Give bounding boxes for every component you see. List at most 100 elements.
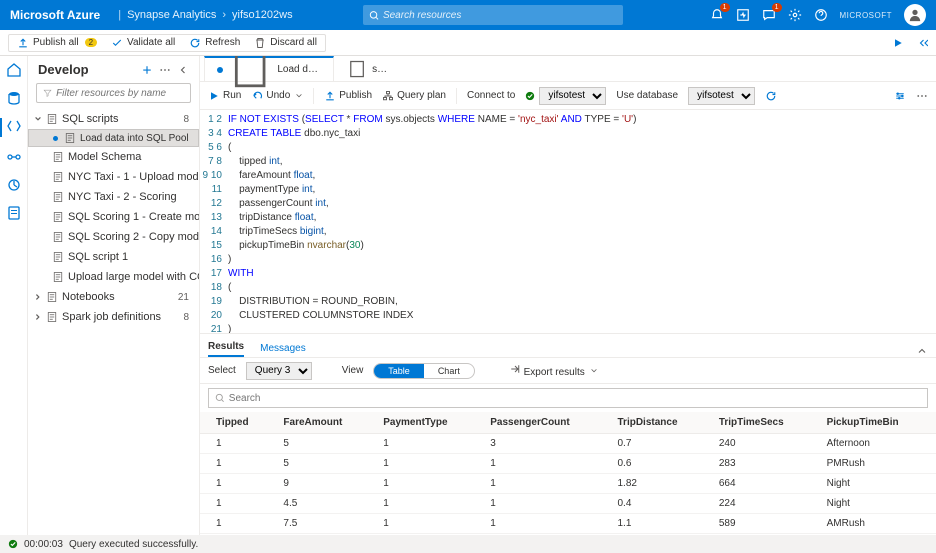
undo-button[interactable]: Undo: [251, 90, 303, 102]
editor-area: Load data into SQL P...sparkjob Run Undo…: [200, 56, 936, 535]
tree-group[interactable]: SQL scripts8: [28, 109, 199, 129]
refresh-db-icon[interactable]: [765, 90, 777, 102]
pool-select[interactable]: yifsotest: [525, 87, 606, 105]
col-header[interactable]: Tipped: [200, 412, 275, 434]
results-search[interactable]: [208, 388, 928, 408]
settings-icon[interactable]: [788, 8, 802, 22]
left-rail: [0, 56, 28, 535]
publish-icon: [324, 90, 336, 102]
run-all-icon[interactable]: [892, 37, 904, 49]
status-bar: 00:00:03 Query executed successfully.: [0, 535, 936, 553]
validate-all-button[interactable]: Validate all: [111, 37, 175, 49]
publish-all-button[interactable]: Publish all2: [17, 37, 97, 49]
table-row[interactable]: 19111.82664Night: [200, 474, 936, 494]
breadcrumb-service[interactable]: Synapse Analytics: [127, 9, 216, 21]
table-row[interactable]: 17.5111.1589AMRush: [200, 514, 936, 534]
workspace-actionbar: Publish all2 Validate all Refresh Discar…: [0, 30, 936, 56]
success-icon: [8, 539, 18, 549]
view-table[interactable]: Table: [374, 364, 424, 378]
db-select[interactable]: yifsotest: [688, 87, 755, 105]
add-icon[interactable]: [141, 64, 153, 76]
status-time: 00:00:03: [24, 539, 63, 550]
develop-title: Develop: [28, 56, 199, 81]
export-icon: [509, 363, 521, 375]
use-db-label: Use database: [616, 90, 678, 101]
select-label: Select: [208, 365, 236, 376]
discard-all-button[interactable]: Discard all: [254, 37, 317, 49]
home-icon[interactable]: [6, 62, 22, 78]
results-search-input[interactable]: [229, 393, 921, 404]
more-toolbar-icon[interactable]: [916, 90, 928, 102]
tenant-label: MICROSOFT: [840, 11, 893, 20]
tree-item[interactable]: NYC Taxi - 1 - Upload model: [28, 167, 199, 187]
tree-item[interactable]: SQL Scoring 2 - Copy model into mo...: [28, 227, 199, 247]
help-icon[interactable]: [814, 8, 828, 22]
results-grid[interactable]: TippedFareAmountPaymentTypePassengerCoun…: [200, 412, 936, 535]
col-header[interactable]: FareAmount: [275, 412, 375, 434]
filter-input[interactable]: [56, 88, 184, 99]
table-row[interactable]: 15110.6283PMRush: [200, 454, 936, 474]
brand: Microsoft Azure: [10, 8, 100, 22]
integrate-icon[interactable]: [6, 149, 22, 165]
col-header[interactable]: TripTimeSecs: [711, 412, 819, 434]
refresh-icon: [189, 37, 201, 49]
file-tab[interactable]: sparkjob: [334, 56, 403, 81]
breadcrumb-workspace[interactable]: yifso1202ws: [232, 9, 293, 21]
tree-item[interactable]: SQL script 1: [28, 247, 199, 267]
status-message: Query executed successfully.: [69, 539, 198, 550]
develop-rail-item[interactable]: [0, 118, 22, 137]
collapse-panel-icon[interactable]: [916, 37, 928, 49]
filter-resources[interactable]: [36, 83, 191, 103]
data-icon[interactable]: [6, 90, 22, 106]
col-header[interactable]: TripDistance: [610, 412, 711, 434]
tab-results[interactable]: Results: [208, 341, 244, 357]
more-icon[interactable]: [159, 64, 171, 76]
tree-item[interactable]: Model Schema: [28, 147, 199, 167]
tree-group[interactable]: Spark job definitions8: [28, 307, 199, 327]
tree-group[interactable]: Notebooks21: [28, 287, 199, 307]
results-tabs: Results Messages: [200, 334, 936, 358]
file-tab[interactable]: Load data into SQL P...: [204, 56, 334, 81]
play-icon: [208, 90, 220, 102]
user-avatar[interactable]: [904, 4, 926, 26]
col-header[interactable]: PassengerCount: [482, 412, 609, 434]
tab-messages[interactable]: Messages: [260, 343, 306, 357]
undo-icon: [251, 90, 263, 102]
col-header[interactable]: PickupTimeBin: [819, 412, 936, 434]
run-button[interactable]: Run: [208, 90, 241, 102]
monitor-icon[interactable]: [6, 177, 22, 193]
table-row[interactable]: 14.5110.4224Night: [200, 494, 936, 514]
table-row[interactable]: 15130.7240Afternoon: [200, 434, 936, 454]
filter-icon: [43, 88, 52, 98]
view-toggle[interactable]: Table Chart: [373, 363, 475, 379]
connected-icon: [525, 91, 535, 101]
col-header[interactable]: PaymentType: [375, 412, 482, 434]
tree-item[interactable]: Upload large model with COPY INTO: [28, 267, 199, 287]
diagnostics-icon[interactable]: [736, 8, 750, 22]
tree-item[interactable]: SQL Scoring 1 - Create model table: [28, 207, 199, 227]
refresh-button[interactable]: Refresh: [189, 37, 240, 49]
query-select[interactable]: Query 3: [246, 362, 312, 380]
search-icon: [215, 393, 225, 403]
upload-icon: [17, 37, 29, 49]
query-plan-button[interactable]: Query plan: [382, 90, 446, 102]
tree-item[interactable]: NYC Taxi - 2 - Scoring: [28, 187, 199, 207]
view-chart[interactable]: Chart: [424, 364, 474, 378]
settings-toolbar-icon[interactable]: [894, 90, 906, 102]
publish-button[interactable]: Publish: [324, 90, 372, 102]
plan-icon: [382, 90, 394, 102]
collapse-results-icon[interactable]: [916, 345, 928, 357]
develop-panel: Develop SQL scripts8Load data into SQL P…: [28, 56, 200, 535]
search-icon: [369, 10, 379, 21]
file-tabs: Load data into SQL P...sparkjob: [200, 56, 936, 82]
tree-item[interactable]: Load data into SQL Pool: [28, 129, 199, 147]
sql-toolbar: Run Undo Publish Query plan Connect to y…: [200, 82, 936, 110]
feedback-icon[interactable]: 1: [762, 8, 776, 22]
notifications-icon[interactable]: 1: [710, 8, 724, 22]
global-search-input[interactable]: [383, 10, 617, 21]
collapse-side-icon[interactable]: [177, 64, 189, 76]
global-search[interactable]: [363, 5, 623, 25]
sql-editor[interactable]: 1 2 3 4 5 6 7 8 9 10 11 12 13 14 15 16 1…: [200, 110, 936, 334]
export-results-button[interactable]: Export results: [509, 363, 598, 378]
manage-icon[interactable]: [6, 205, 22, 221]
